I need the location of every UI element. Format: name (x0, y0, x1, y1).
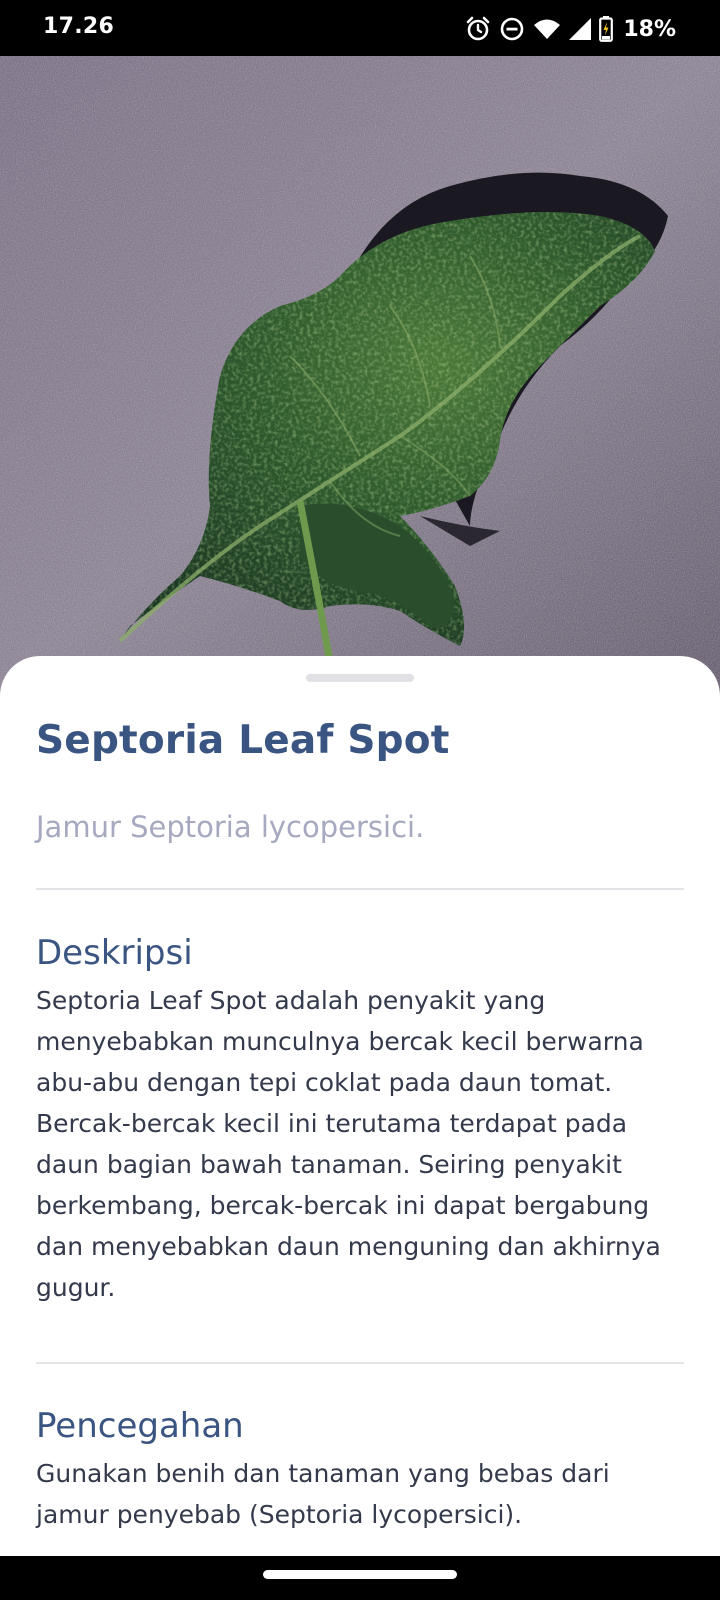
divider (36, 888, 684, 890)
status-time: 17.26 (43, 14, 115, 39)
battery-percentage: 18% (623, 16, 676, 42)
alarm-icon (465, 16, 491, 42)
section-text-deskripsi: Septoria Leaf Spot adalah penyakit yang … (36, 986, 661, 1302)
divider (36, 1362, 684, 1364)
home-gesture-handle[interactable] (263, 1570, 457, 1579)
tomato-leaf-photo (0, 56, 720, 696)
status-icons: 18% (465, 13, 676, 45)
status-bar: 17.26 18% (0, 0, 720, 56)
disease-title: Septoria Leaf Spot (36, 718, 450, 763)
disease-detail-sheet[interactable]: Septoria Leaf Spot Jamur Septoria lycope… (0, 656, 720, 1556)
screen: 17.26 18% Septoria Leaf Spot Jamur Septo… (0, 0, 720, 1600)
do-not-disturb-icon (499, 16, 525, 42)
disease-cause: Jamur Septoria lycopersici. (36, 810, 425, 844)
navigation-bar (0, 1557, 720, 1600)
section-heading-pencegahan: Pencegahan (36, 1406, 244, 1446)
section-heading-deskripsi: Deskripsi (36, 933, 193, 973)
wifi-icon (533, 17, 561, 41)
signal-icon (569, 18, 592, 40)
drag-handle[interactable] (306, 674, 414, 682)
battery-charging-icon (599, 16, 614, 42)
section-text-pencegahan: Gunakan benih dan tanaman yang bebas dar… (36, 1459, 610, 1529)
